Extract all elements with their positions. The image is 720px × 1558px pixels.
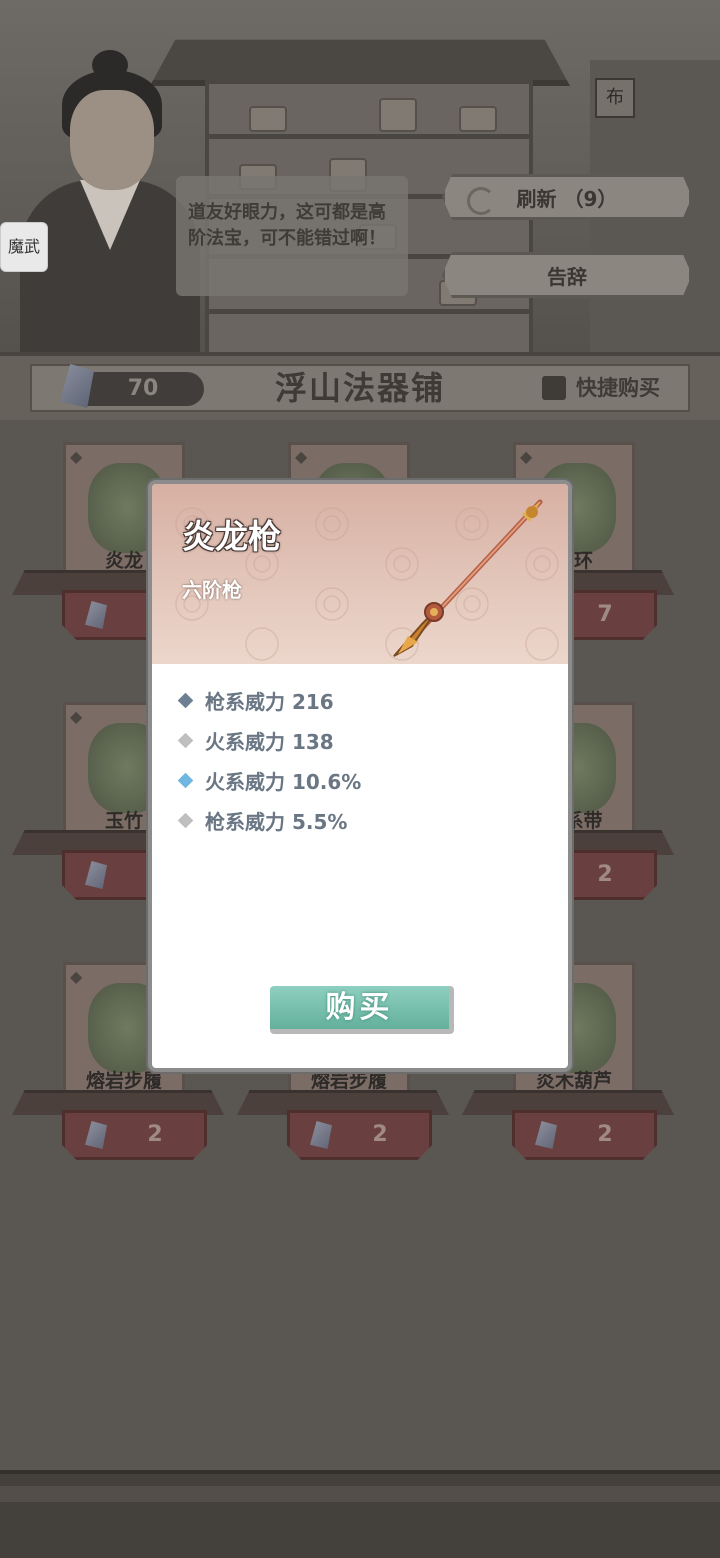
price-value: 2: [597, 1122, 613, 1147]
stat-row: 火系威力 10.6%: [176, 760, 556, 800]
shelf-board: [209, 134, 529, 139]
game-screen: 布 魔武 道友好眼力，这可都是高阶法宝，可不能错过啊！ 刷新 （9） 告辞 70…: [0, 0, 720, 1558]
leave-button[interactable]: 告辞: [442, 252, 692, 298]
modal-header: 炎龙枪 六阶枪: [152, 484, 568, 664]
spear-icon: [393, 499, 543, 657]
game-logo-badge[interactable]: 魔武: [0, 222, 48, 272]
quick-buy-label[interactable]: 快捷购买: [576, 372, 686, 404]
price-value: 2: [597, 862, 613, 887]
shelf-ornament: [249, 106, 287, 132]
armor-icon: ◆: [70, 707, 83, 726]
diamond-bullet-icon: [177, 772, 194, 788]
shelf-board: [209, 309, 529, 314]
stat-row: 火系威力 138: [176, 720, 556, 760]
boot-icon: ◆: [70, 967, 83, 986]
shop-backdrop: 布 魔武 道友好眼力，这可都是高阶法宝，可不能错过啊！ 刷新 （9） 告辞: [0, 0, 720, 360]
spirit-stone-icon: [85, 861, 107, 889]
character-face: [70, 90, 154, 190]
shopkeeper-dialog: 道友好眼力，这可都是高阶法宝，可不能错过啊！: [176, 176, 408, 296]
diamond-bullet-icon: [177, 692, 194, 708]
spirit-stone-icon: [310, 1121, 332, 1149]
diamond-bullet-icon: [177, 732, 194, 748]
quick-buy-checkbox[interactable]: [542, 376, 566, 400]
stat-text: 火系威力 10.6%: [205, 769, 362, 794]
leave-button-label: 告辞: [547, 264, 587, 289]
diamond-bullet-icon: [177, 812, 194, 828]
price-tag[interactable]: 2: [62, 1110, 207, 1160]
spirit-stone-icon: [85, 1121, 107, 1149]
spirit-stone-icon: [85, 601, 107, 629]
price-value: 7: [597, 602, 613, 627]
item-title: 炎龙枪: [182, 517, 281, 556]
spirit-stone-icon: [535, 1121, 557, 1149]
shop-title: 浮山法器铺: [274, 369, 445, 407]
price-tag[interactable]: 2: [287, 1110, 432, 1160]
item-grade: 六阶枪: [182, 578, 242, 602]
item-stat-list: 枪系威力 216 火系威力 138 火系威力 10.6% 枪系威力 5.5%: [176, 680, 556, 840]
buy-button[interactable]: 购买: [270, 986, 454, 1034]
shelf-ornament: [379, 98, 417, 132]
ring-icon: ◆: [520, 447, 533, 466]
price-tag[interactable]: 2: [512, 1110, 657, 1160]
stat-row: 枪系威力 5.5%: [176, 800, 556, 840]
stat-text: 火系威力 138: [205, 729, 334, 754]
shop-sign: 布: [595, 78, 635, 118]
shelf-ornament: [459, 106, 497, 132]
price-value: 2: [372, 1122, 388, 1147]
refresh-button-label: 刷新 （9）: [516, 186, 618, 211]
stat-text: 枪系威力 5.5%: [205, 809, 348, 834]
bottom-frame-trim: [0, 1486, 720, 1502]
stat-text: 枪系威力 216: [205, 689, 334, 714]
spear-icon: ◆: [70, 447, 83, 466]
refresh-button[interactable]: 刷新 （9）: [442, 174, 692, 220]
axe-icon: ◆: [295, 447, 308, 466]
item-detail-modal: 炎龙枪 六阶枪 枪系威力 216 火系威力 138 火系威力 10.6% 枪系威…: [148, 480, 572, 1072]
shop-roof: [150, 39, 570, 86]
stat-row: 枪系威力 216: [176, 680, 556, 720]
character-hair-bun: [92, 50, 128, 80]
currency-value: 70: [127, 376, 159, 401]
refresh-icon: [467, 187, 495, 215]
bottom-frame: [0, 1470, 720, 1558]
price-value: 2: [147, 1122, 163, 1147]
